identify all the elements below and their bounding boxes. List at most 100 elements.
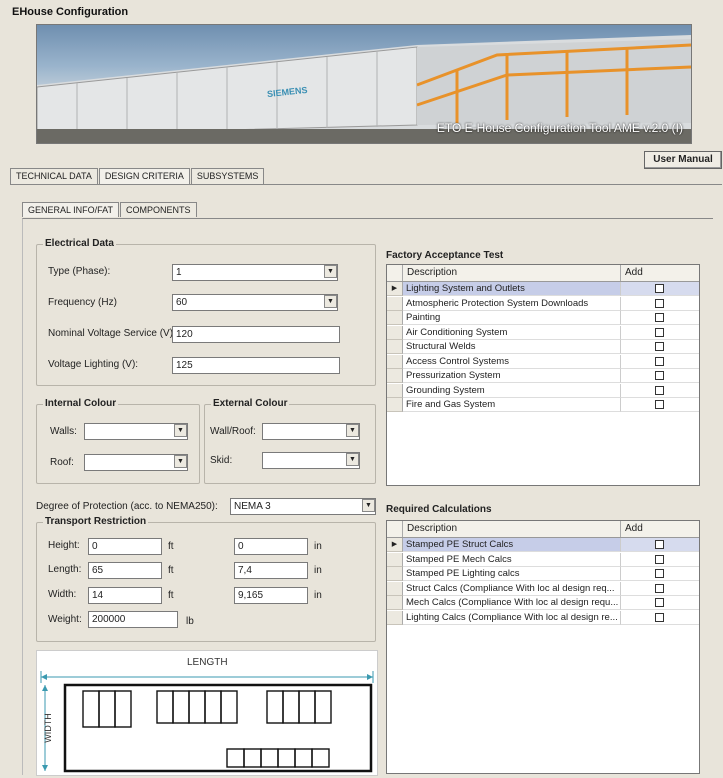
fat-row-add-cell [621,369,699,383]
external-colour-title: External Colour [211,398,290,409]
length-in-input[interactable]: 7,4 [234,562,308,579]
row-selector-icon[interactable]: ▶ [387,538,403,552]
nominal-voltage-input[interactable]: 120 [172,326,340,343]
width-ft-input[interactable]: 14 [88,587,162,604]
calcs-row[interactable]: Stamped PE Lighting calcs [387,567,699,581]
calcs-row[interactable]: Mech Calcs (Compliance With loc al desig… [387,596,699,610]
fat-col-description[interactable]: Description [403,265,621,281]
frequency-select[interactable]: 60 ▼ [172,294,338,311]
width-in-input[interactable]: 9,165 [234,587,308,604]
add-checkbox[interactable] [655,284,664,293]
chevron-down-icon[interactable]: ▼ [324,265,337,278]
add-checkbox[interactable] [655,385,664,395]
row-selector-icon[interactable] [387,296,403,311]
chevron-down-icon[interactable]: ▼ [324,295,337,308]
calcs-row-description: Lighting Calcs (Compliance With loc al d… [403,610,621,625]
fat-grid: Description Add ▶ Lighting System and Out… [386,264,700,486]
height-in-unit: in [314,541,322,552]
tab-design-criteria[interactable]: DESIGN CRITERIA [98,168,190,184]
height-label: Height: [48,540,80,551]
roof-select[interactable]: ▼ [84,454,188,471]
row-selector-icon[interactable] [387,383,403,398]
calcs-col-add[interactable]: Add [621,521,699,537]
protection-label: Degree of Protection (acc. to NEMA250): [36,501,218,512]
chevron-down-icon[interactable]: ▼ [362,499,375,512]
add-checkbox[interactable] [655,327,664,337]
fat-grid-header: Description Add [387,265,699,282]
calcs-row-add-cell [621,567,699,581]
fat-header-corner [387,265,403,281]
skid-select[interactable]: ▼ [262,452,360,469]
length-ft-input[interactable]: 65 [88,562,162,579]
calcs-row[interactable]: ▶ Stamped PE Struct Calcs [387,538,699,552]
voltage-lighting-input[interactable]: 125 [172,357,340,374]
fat-row-add-cell [621,296,699,311]
user-manual-button[interactable]: User Manual [644,151,722,169]
chevron-down-icon[interactable]: ▼ [174,424,187,437]
row-selector-icon[interactable]: ▶ [387,282,403,296]
row-selector-icon[interactable] [387,325,403,340]
width-label: Width: [48,589,77,600]
fat-row[interactable]: Access Control Systems [387,354,699,369]
tab-general-info-fat[interactable]: GENERAL INFO/FAT [22,202,120,217]
tab-components[interactable]: COMPONENTS [120,202,197,217]
row-selector-icon[interactable] [387,354,403,369]
chevron-down-icon[interactable]: ▼ [174,455,187,468]
row-selector-icon[interactable] [387,581,403,596]
chevron-down-icon[interactable]: ▼ [346,424,359,437]
calcs-row[interactable]: Lighting Calcs (Compliance With loc al d… [387,610,699,625]
add-checkbox[interactable] [655,598,664,607]
chevron-down-icon[interactable]: ▼ [346,453,359,466]
row-selector-icon[interactable] [387,340,403,354]
row-selector-icon[interactable] [387,311,403,325]
add-checkbox[interactable] [655,371,664,380]
walls-select[interactable]: ▼ [84,423,188,440]
calcs-col-description[interactable]: Description [403,521,621,537]
row-selector-icon[interactable] [387,398,403,412]
fat-row[interactable]: Grounding System [387,383,699,398]
fat-row-add-cell [621,354,699,369]
add-checkbox[interactable] [655,298,664,308]
tab-subsystems[interactable]: SUBSYSTEMS [190,168,265,184]
width-in-unit: in [314,590,322,601]
add-checkbox[interactable] [655,356,664,366]
add-checkbox[interactable] [655,612,664,622]
row-selector-icon[interactable] [387,552,403,567]
wall-roof-label: Wall/Roof: [210,426,256,437]
fat-row[interactable]: Painting [387,311,699,325]
add-checkbox[interactable] [655,583,664,593]
electrical-data-title: Electrical Data [43,238,116,249]
fat-row[interactable]: Fire and Gas System [387,398,699,412]
add-checkbox[interactable] [655,313,664,322]
type-phase-select[interactable]: 1 ▼ [172,264,338,281]
add-checkbox[interactable] [655,540,664,549]
row-selector-icon[interactable] [387,567,403,581]
fat-col-add[interactable]: Add [621,265,699,281]
fat-row-description: Lighting System and Outlets [403,282,621,296]
fat-row[interactable]: Atmospheric Protection System Downloads [387,296,699,311]
add-checkbox[interactable] [655,342,664,351]
calcs-row[interactable]: Stamped PE Mech Calcs [387,552,699,567]
wall-roof-select[interactable]: ▼ [262,423,360,440]
fat-row[interactable]: Pressurization System [387,369,699,383]
frequency-value: 60 [172,294,338,311]
row-selector-icon[interactable] [387,596,403,610]
row-selector-icon[interactable] [387,369,403,383]
calcs-row-description: Struct Calcs (Compliance With loc al des… [403,581,621,596]
add-checkbox[interactable] [655,554,664,564]
fat-row[interactable]: Structural Welds [387,340,699,354]
layout-diagram: LENGTH WIDTH [36,650,378,776]
protection-select[interactable]: NEMA 3 ▼ [230,498,376,515]
row-selector-icon[interactable] [387,610,403,625]
add-checkbox[interactable] [655,400,664,409]
tab-technical-data[interactable]: TECHNICAL DATA [10,168,98,184]
weight-input[interactable]: 200000 [88,611,178,628]
height-in-input[interactable]: 0 [234,538,308,555]
add-checkbox[interactable] [655,569,664,578]
height-ft-input[interactable]: 0 [88,538,162,555]
fat-row[interactable]: Air Conditioning System [387,325,699,340]
fat-row[interactable]: ▶ Lighting System and Outlets [387,282,699,296]
length-dimension-label: LENGTH [187,657,228,668]
calcs-row[interactable]: Struct Calcs (Compliance With loc al des… [387,581,699,596]
nominal-voltage-label: Nominal Voltage Service (V): [48,328,176,339]
